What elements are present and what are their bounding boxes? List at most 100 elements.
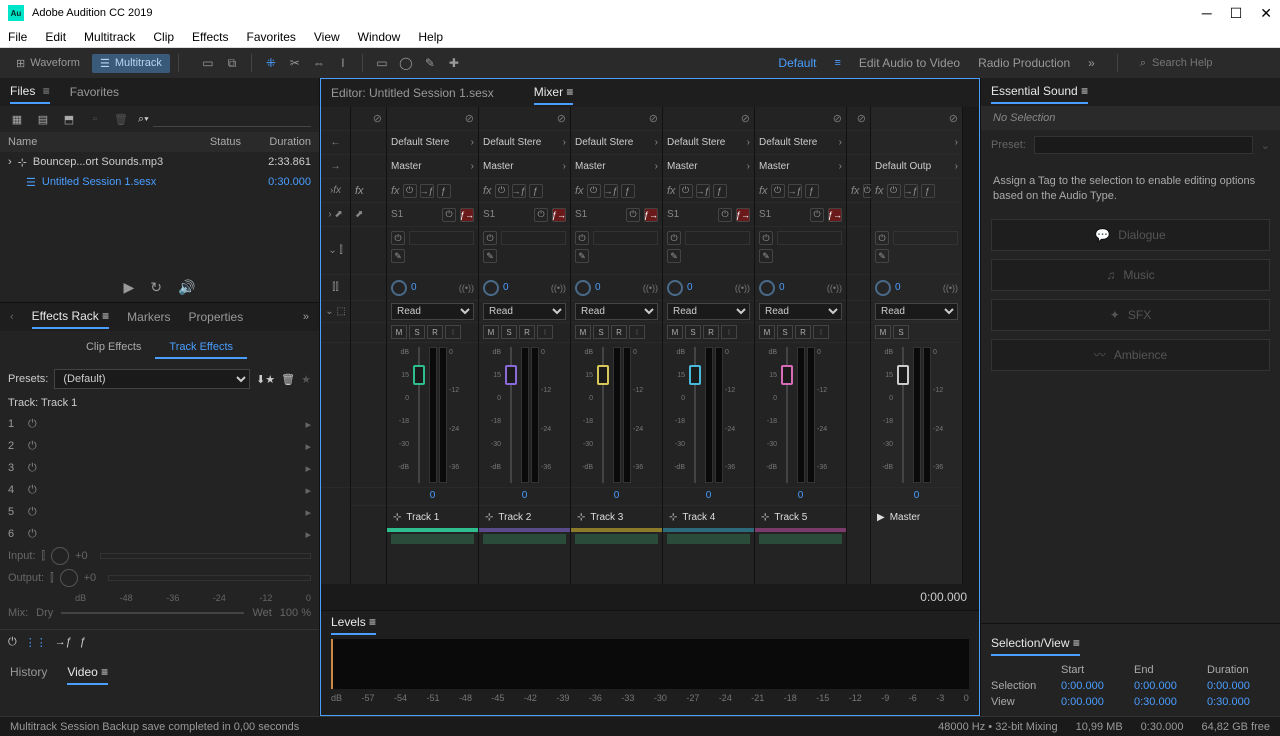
eq-label[interactable]: ⌄ ⫿ [321, 227, 350, 275]
track-name[interactable] [847, 506, 870, 528]
automation-mode-select[interactable]: Read [759, 303, 842, 320]
eq-display[interactable] [409, 231, 474, 245]
play-icon[interactable]: ▶ [124, 279, 135, 296]
pan-value[interactable]: 0 [595, 282, 639, 293]
sends-label[interactable]: › ⬈ [321, 203, 350, 227]
import-icon[interactable]: ⬒ [60, 110, 78, 128]
track-name[interactable]: ⊹ Track 5 [755, 506, 846, 528]
sel-dur[interactable]: 0:00.000 [1207, 680, 1270, 692]
record-button[interactable]: R [611, 325, 627, 339]
col-duration[interactable]: Duration [241, 136, 311, 148]
fader-handle[interactable] [413, 365, 425, 385]
more-tabs-icon[interactable]: » [303, 311, 309, 323]
fx-slot[interactable]: 2⏻▸ [0, 435, 319, 457]
sfx-button[interactable]: ✦SFX [991, 299, 1270, 331]
track-name[interactable]: ⊹ Track 2 [479, 506, 570, 528]
time-select-icon[interactable]: I [334, 54, 352, 72]
output-knob[interactable] [60, 569, 78, 587]
slip-tool-icon[interactable]: ⇔ [310, 54, 328, 72]
prefader-icon[interactable]: →ƒ [788, 184, 802, 198]
maximize-button[interactable]: ☐ [1230, 5, 1243, 22]
postfader-icon[interactable]: ƒ [529, 184, 543, 198]
workspace-menu-icon[interactable]: ≡ [834, 57, 840, 69]
mute-button[interactable]: M [759, 325, 775, 339]
mute-button[interactable]: M [391, 325, 407, 339]
output-routing[interactable]: Master [759, 161, 836, 172]
fx-power-icon[interactable]: ⏻ [679, 184, 693, 198]
file-row[interactable]: ☰Untitled Session 1.sesx 0:30.000 [0, 172, 319, 192]
pan-knob[interactable] [483, 280, 499, 296]
tab-editor[interactable]: Editor: Untitled Session 1.sesx [331, 82, 494, 104]
output-routing[interactable]: Master [575, 161, 652, 172]
search-box[interactable]: ⌕ [1140, 57, 1272, 70]
menu-favorites[interactable]: Favorites [247, 30, 296, 44]
dialogue-button[interactable]: 💬Dialogue [991, 219, 1270, 251]
eq-display[interactable] [501, 231, 566, 245]
tab-files[interactable]: Files ≡ [10, 80, 50, 104]
move-tool-icon[interactable]: ⁜ [262, 54, 280, 72]
pan-value[interactable]: 0 [687, 282, 731, 293]
fx-power-icon[interactable]: ⏻ [771, 184, 785, 198]
menu-edit[interactable]: Edit [45, 30, 66, 44]
solo-button[interactable]: S [501, 325, 517, 339]
tab-selection-view[interactable]: Selection/View ≡ [991, 632, 1080, 656]
input-routing[interactable]: Default Stere [575, 137, 652, 148]
pan-knob[interactable] [391, 280, 407, 296]
input-arrow-icon[interactable]: ← [321, 131, 350, 155]
volume-value[interactable]: 0 [663, 488, 754, 506]
cross-icon[interactable]: ⊘ [557, 112, 566, 125]
menu-effects[interactable]: Effects [192, 30, 228, 44]
track-scroll[interactable] [391, 534, 474, 544]
solo-button[interactable]: S [893, 325, 909, 339]
eq-power-icon[interactable]: ⏻ [759, 231, 773, 245]
brush-icon[interactable]: ✎ [421, 54, 439, 72]
open-file-icon[interactable]: ▤ [34, 110, 52, 128]
menu-view[interactable]: View [314, 30, 340, 44]
tool-icon-1[interactable]: ▭ [199, 54, 217, 72]
pan-value[interactable]: 0 [411, 282, 455, 293]
col-status[interactable]: Status [191, 136, 241, 148]
input-routing[interactable]: Default Stere [391, 137, 468, 148]
search-input[interactable] [1152, 57, 1272, 69]
cross-icon[interactable]: ⊘ [949, 112, 958, 125]
fader-handle[interactable] [597, 365, 609, 385]
view-end[interactable]: 0:30.000 [1134, 696, 1197, 708]
send-pre-icon[interactable]: ƒ→ [460, 208, 474, 222]
es-preset-select[interactable] [1034, 136, 1253, 154]
send-power-icon[interactable]: ⏻ [718, 208, 732, 222]
file-row[interactable]: ›⊹Bouncep...ort Sounds.mp3 2:33.861 [0, 152, 319, 172]
cross-icon[interactable]: ⊘ [465, 112, 474, 125]
file-filter-input[interactable] [153, 111, 311, 127]
eq-display[interactable] [593, 231, 658, 245]
workspace-eav[interactable]: Edit Audio to Video [859, 56, 960, 70]
cross-icon[interactable]: ⊘ [833, 112, 842, 125]
automation-mode-select[interactable]: Read [667, 303, 750, 320]
menu-clip[interactable]: Clip [153, 30, 174, 44]
cross-icon[interactable]: ⊘ [649, 112, 658, 125]
output-routing[interactable]: Default Outp [875, 161, 952, 172]
cross-icon[interactable]: ⊘ [857, 112, 866, 125]
volume-value[interactable]: 0 [479, 488, 570, 506]
sel-start[interactable]: 0:00.000 [1061, 680, 1124, 692]
tab-markers[interactable]: Markers [127, 306, 170, 328]
marquee-icon[interactable]: ▭ [373, 54, 391, 72]
send-power-icon[interactable]: ⏻ [626, 208, 640, 222]
pan-knob[interactable] [575, 280, 591, 296]
minimize-button[interactable]: ─ [1202, 5, 1212, 22]
send-pre-icon[interactable]: ƒ→ [644, 208, 658, 222]
pan-value[interactable]: 0 [895, 282, 939, 293]
heal-icon[interactable]: ✚ [445, 54, 463, 72]
send-power-icon[interactable]: ⏻ [534, 208, 548, 222]
sel-end[interactable]: 0:00.000 [1134, 680, 1197, 692]
postfader-icon[interactable]: ƒ [713, 184, 727, 198]
tab-history[interactable]: History [10, 661, 47, 685]
automation-mode-select[interactable]: Read [875, 303, 958, 320]
mute-button[interactable]: M [483, 325, 499, 339]
ambience-button[interactable]: 〰Ambience [991, 339, 1270, 371]
fader-handle[interactable] [505, 365, 517, 385]
workspace-default[interactable]: Default [778, 56, 816, 70]
input-knob[interactable] [51, 547, 69, 565]
record-button[interactable]: R [795, 325, 811, 339]
volume-value[interactable]: 0 [387, 488, 478, 506]
output-arrow-icon[interactable]: → [321, 155, 350, 179]
